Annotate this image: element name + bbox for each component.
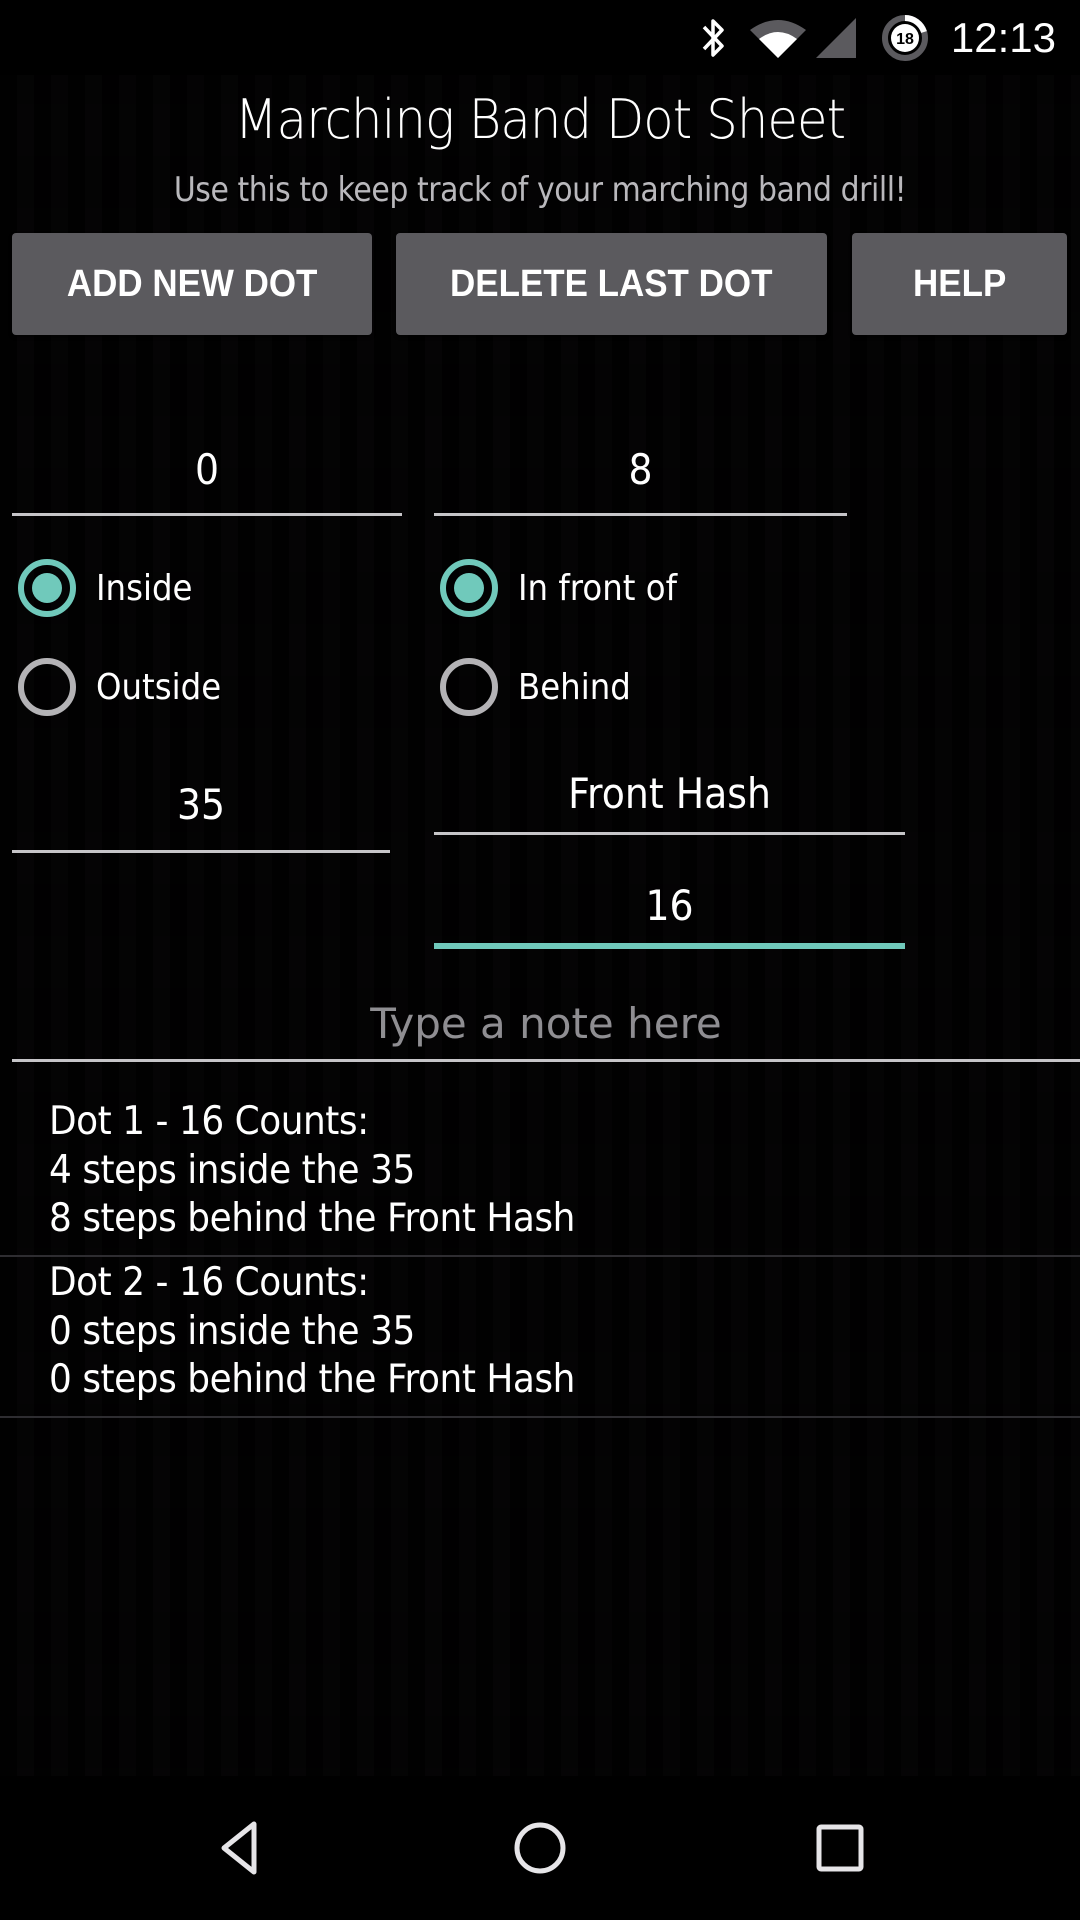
delete-last-dot-button[interactable]: DELETE LAST DOT xyxy=(396,233,827,335)
dot-header: Dot 1 - 16 Counts: xyxy=(49,1099,369,1144)
recents-button[interactable] xyxy=(800,1808,880,1888)
note-field[interactable] xyxy=(12,990,1080,1065)
add-new-dot-button[interactable]: ADD NEW DOT xyxy=(12,233,372,335)
side-steps-value: 0 xyxy=(194,445,220,494)
radio-in-front-of-label: In front of xyxy=(518,567,678,609)
radio-unchecked-icon xyxy=(440,658,498,716)
radio-unchecked-icon xyxy=(18,658,76,716)
help-label: HELP xyxy=(912,262,1007,305)
radio-inside[interactable]: Inside xyxy=(18,556,203,620)
battery-saver-icon: 18 xyxy=(880,0,930,75)
radio-inside-label: Inside xyxy=(96,567,193,609)
dot-front-back-position: 8 steps behind the Front Hash xyxy=(49,1196,575,1241)
home-button[interactable] xyxy=(500,1808,580,1888)
clock: 12:13 xyxy=(950,13,1056,61)
note-input[interactable] xyxy=(12,990,1080,1056)
dot-list-item[interactable]: Dot 2 - 16 Counts: 0 steps inside the 35… xyxy=(0,1257,1080,1418)
cell-signal-icon xyxy=(814,0,858,75)
dot-front-back-position: 0 steps behind the Front Hash xyxy=(49,1357,575,1402)
dot-side-position: 4 steps inside the 35 xyxy=(49,1147,415,1193)
delete-last-dot-label: DELETE LAST DOT xyxy=(450,262,773,305)
wifi-icon xyxy=(748,0,808,75)
dot-header: Dot 2 - 16 Counts: xyxy=(49,1260,369,1305)
radio-in-front-of[interactable]: In front of xyxy=(440,556,695,620)
yard-line-underline xyxy=(12,850,390,853)
recents-icon xyxy=(816,1824,864,1872)
note-underline xyxy=(12,1059,1080,1062)
dot-side-position: 0 steps inside the 35 xyxy=(49,1308,415,1354)
yard-line-value: 35 xyxy=(176,780,226,829)
radio-checked-icon xyxy=(18,559,76,617)
back-button[interactable] xyxy=(200,1808,280,1888)
status-bar: 18 12:13 xyxy=(0,0,1080,75)
radio-behind-label: Behind xyxy=(518,666,631,708)
side-steps-underline xyxy=(12,513,402,516)
page-subtitle: Use this to keep track of your marching … xyxy=(173,170,907,210)
radio-checked-icon xyxy=(440,559,498,617)
dot-list-item[interactable]: Dot 1 - 16 Counts: 4 steps inside the 35… xyxy=(0,1096,1080,1257)
home-icon xyxy=(514,1822,566,1874)
radio-outside-label: Outside xyxy=(96,666,222,708)
hash-underline xyxy=(434,832,905,835)
hash-value: Front Hash xyxy=(568,769,771,818)
dot-list: Dot 1 - 16 Counts: 4 steps inside the 35… xyxy=(0,1096,1080,1418)
hash-input[interactable]: Front Hash xyxy=(434,765,905,837)
page-title: Marching Band Dot Sheet xyxy=(234,88,846,151)
back-icon xyxy=(221,1821,257,1875)
help-button[interactable]: HELP xyxy=(852,233,1067,335)
navigation-bar xyxy=(0,1776,1080,1920)
front-back-steps-input[interactable]: 8 xyxy=(434,445,847,520)
counts-value: 16 xyxy=(645,881,694,930)
add-new-dot-label: ADD NEW DOT xyxy=(66,262,318,305)
battery-level-text: 18 xyxy=(896,31,914,48)
counts-input[interactable]: 16 xyxy=(434,877,905,952)
front-back-steps-value: 8 xyxy=(628,445,653,494)
radio-behind[interactable]: Behind xyxy=(440,655,643,719)
side-steps-input[interactable]: 0 xyxy=(12,445,402,520)
yard-line-input[interactable]: 35 xyxy=(12,775,390,855)
bluetooth-icon xyxy=(696,0,730,75)
front-back-steps-underline xyxy=(434,513,847,516)
radio-outside[interactable]: Outside xyxy=(18,655,235,719)
counts-underline-focused xyxy=(434,943,905,949)
